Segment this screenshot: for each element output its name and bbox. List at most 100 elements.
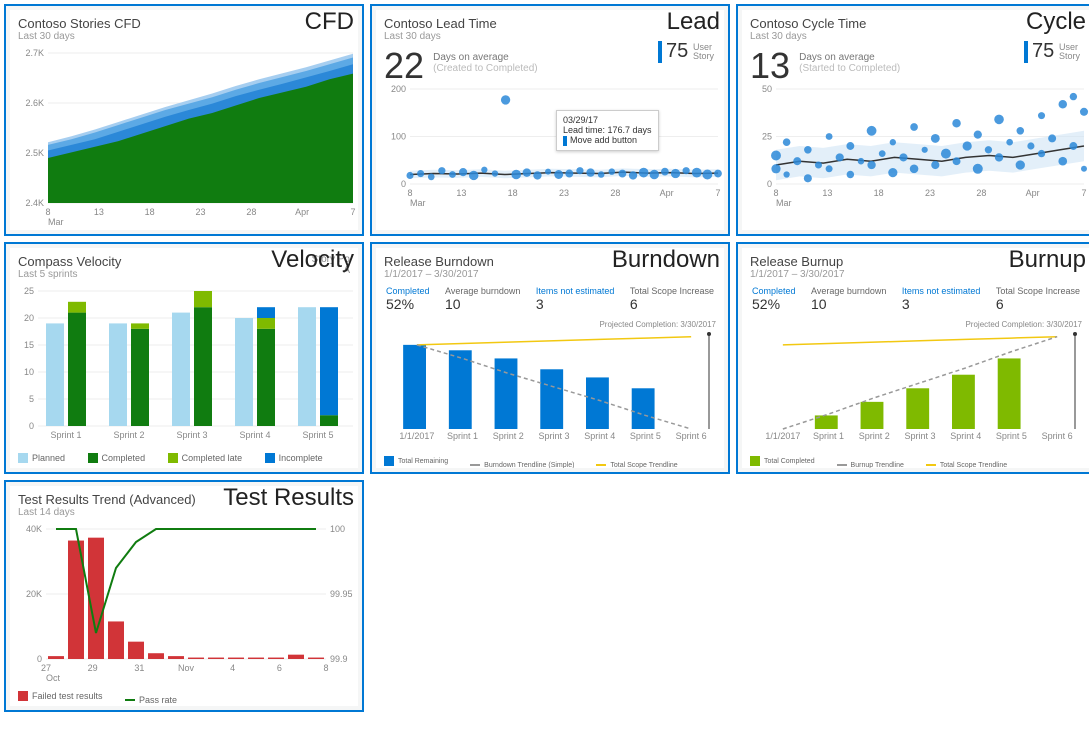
burndown-card[interactable]: Burndown Release Burndown 1/1/2017 – 3/3… [370,242,730,474]
burnup-chart: 1/1/2017Sprint 1Sprint 2Sprint 3Sprint 4… [750,329,1089,449]
svg-text:Sprint 3: Sprint 3 [538,431,569,441]
svg-text:7: 7 [350,207,355,217]
dashboard-grid: CFD Contoso Stories CFD Last 30 days 2.4… [4,4,1085,712]
cycle-card[interactable]: Cycle Contoso Cycle Time Last 30 days 13… [736,4,1089,236]
svg-text:25: 25 [762,132,772,142]
svg-text:18: 18 [508,188,518,198]
svg-text:Mar: Mar [410,198,426,208]
tests-chart: 020K40K99.999.95100272931Nov468Oct [18,524,358,684]
svg-text:13: 13 [94,207,104,217]
svg-text:29: 29 [88,663,98,673]
cycle-badge: Cycle [1026,8,1086,36]
svg-text:0: 0 [401,179,406,189]
cycle-avg-desc: Days on average (Started to Completed) [799,52,900,74]
svg-text:8: 8 [323,663,328,673]
svg-text:31: 31 [134,663,144,673]
svg-text:0: 0 [767,179,772,189]
burndown-chart: 1/1/2017 Sprint 1 Sprint 2 Sprint 3 Sprint 4… [384,329,724,449]
velocity-badge: Velocity [271,246,354,274]
svg-text:Mar: Mar [776,198,792,208]
lead-avg-value: 22 [384,48,424,84]
tests-card[interactable]: Test Results Test Results Trend (Advance… [4,480,364,712]
svg-text:Sprint 2: Sprint 2 [859,431,890,441]
burnup-legend: Total Completed Burnup Trendline Total S… [750,456,1082,468]
svg-text:Sprint 4: Sprint 4 [950,431,981,441]
svg-text:5: 5 [29,394,34,404]
svg-text:Apr: Apr [1026,188,1040,198]
svg-text:23: 23 [195,207,205,217]
svg-text:20: 20 [24,313,34,323]
lead-card[interactable]: Lead Contoso Lead Time Last 30 days 22 D… [370,4,730,236]
svg-text:Sprint 4: Sprint 4 [239,430,270,440]
svg-text:23: 23 [559,188,569,198]
svg-text:99.9: 99.9 [330,654,348,664]
svg-text:100: 100 [330,524,345,534]
svg-text:40K: 40K [26,524,42,534]
svg-text:18: 18 [874,188,884,198]
burnup-card[interactable]: Burnup Release Burnup 1/1/2017 – 3/30/20… [736,242,1089,474]
svg-text:10: 10 [24,367,34,377]
svg-text:8: 8 [773,188,778,198]
cfd-subtitle: Last 30 days [18,31,350,42]
svg-text:13: 13 [456,188,466,198]
svg-text:7: 7 [1081,188,1086,198]
svg-text:Sprint 3: Sprint 3 [904,431,935,441]
svg-text:Sprint 2: Sprint 2 [113,430,144,440]
svg-text:Sprint 4: Sprint 4 [584,431,615,441]
lead-badge: Lead [667,8,720,36]
svg-text:Sprint 5: Sprint 5 [630,431,661,441]
cycle-chart: 02550813182328Apr7Mar [750,84,1089,214]
svg-text:2.4K: 2.4K [25,198,44,208]
svg-text:27: 27 [41,663,51,673]
cfd-chart: 2.4K2.5K2.6K2.7K813182328Apr7Mar [18,48,358,228]
burndown-badge: Burndown [612,246,720,274]
velocity-legend: Planned Completed Completed late Incompl… [18,453,350,465]
burndown-metrics: Completed 52% Average burndown 10 Items … [386,286,714,312]
svg-text:15: 15 [24,340,34,350]
cfd-title: Contoso Stories CFD [18,16,350,31]
svg-text:7: 7 [715,188,720,198]
svg-text:Sprint 5: Sprint 5 [996,431,1027,441]
lead-avg-desc: Days on average (Created to Completed) [433,52,538,74]
svg-text:2.6K: 2.6K [25,98,44,108]
svg-text:23: 23 [925,188,935,198]
svg-text:Sprint 1: Sprint 1 [813,431,844,441]
svg-text:8: 8 [45,207,50,217]
burnup-projection: Projected Completion: 3/30/2017 [750,320,1082,329]
svg-text:Nov: Nov [178,663,195,673]
svg-text:Mar: Mar [48,217,64,227]
lead-chart: 0100200813182328Apr7Mar [384,84,724,214]
svg-text:Sprint 6: Sprint 6 [1042,431,1073,441]
svg-text:50: 50 [762,84,772,94]
cfd-card[interactable]: CFD Contoso Stories CFD Last 30 days 2.4… [4,4,364,236]
lead-count-pill: 75 UserStory [658,40,714,63]
svg-text:Sprint 6: Sprint 6 [676,431,707,441]
burnup-metrics: Completed 52% Average burndown 10 Items … [752,286,1080,312]
svg-text:Apr: Apr [295,207,309,217]
svg-text:1/1/2017: 1/1/2017 [399,431,434,441]
cycle-count-pill: 75 UserStory [1024,40,1080,63]
svg-text:2.5K: 2.5K [25,148,44,158]
svg-text:100: 100 [391,132,406,142]
burnup-badge: Burnup [1009,246,1086,274]
svg-text:13: 13 [822,188,832,198]
svg-text:8: 8 [407,188,412,198]
svg-text:2.7K: 2.7K [25,48,44,58]
svg-text:28: 28 [246,207,256,217]
cfd-badge: CFD [305,8,354,36]
svg-text:Oct: Oct [46,673,61,683]
svg-text:Sprint 1: Sprint 1 [447,431,478,441]
svg-text:200: 200 [391,84,406,94]
svg-text:Sprint 3: Sprint 3 [176,430,207,440]
burndown-legend: Total Remaining Burndown Trendline (Simp… [384,456,716,468]
svg-text:4: 4 [230,663,235,673]
velocity-card[interactable]: Velocity Compass Velocity Story PoA Last… [4,242,364,474]
tests-badge: Test Results [223,484,354,512]
svg-text:0: 0 [29,421,34,431]
svg-text:99.95: 99.95 [330,589,353,599]
svg-text:Sprint 5: Sprint 5 [302,430,333,440]
svg-text:6: 6 [277,663,282,673]
svg-text:Sprint 1: Sprint 1 [50,430,81,440]
svg-text:25: 25 [24,286,34,296]
svg-text:Sprint 2: Sprint 2 [493,431,524,441]
